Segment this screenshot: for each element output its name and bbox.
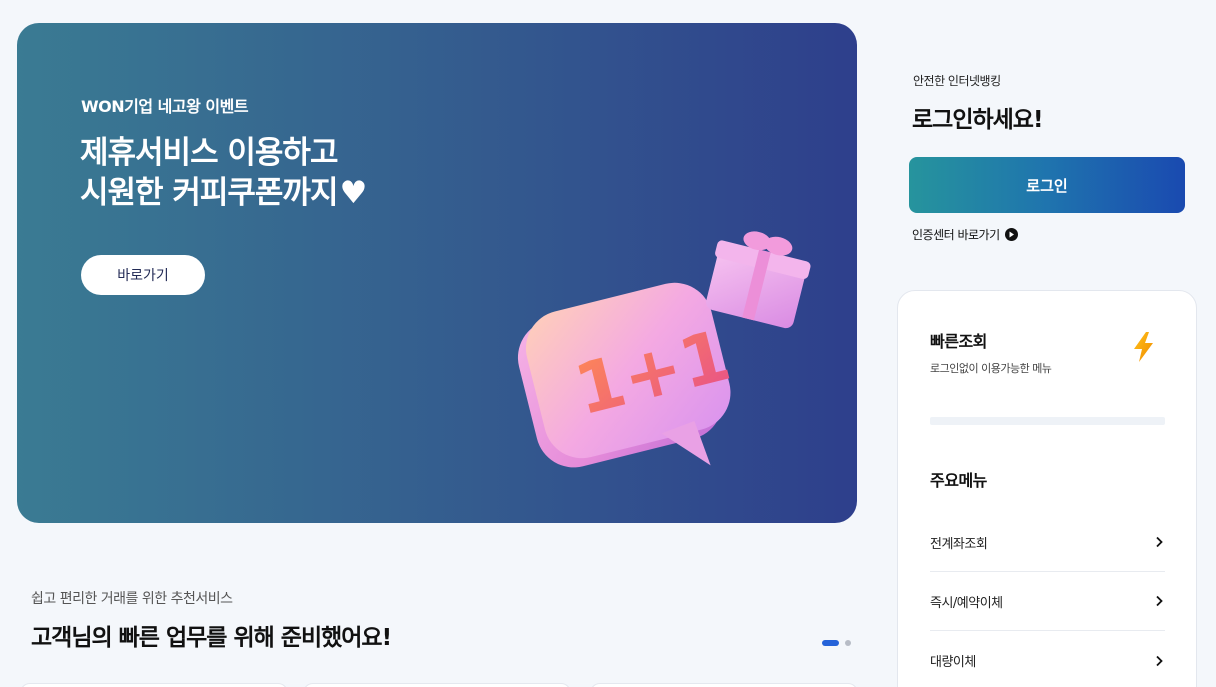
quick-menu-placeholder xyxy=(930,417,1165,425)
heart-icon: ♥ xyxy=(339,175,367,211)
menu-item-all-accounts[interactable]: 전계좌조회 xyxy=(930,513,1165,572)
quick-panel: 빠른조회 로그인없이 이용가능한 메뉴 주요메뉴 전계좌조회 즉시/예약이체 대… xyxy=(897,290,1197,687)
carousel-pager[interactable] xyxy=(822,640,851,646)
quick-subtitle: 로그인없이 이용가능한 메뉴 xyxy=(930,362,1052,375)
banner-title-line-1: 제휴서비스 이용하고 xyxy=(80,135,338,171)
chevron-right-icon xyxy=(1156,595,1163,607)
coupon-gift-illustration: 1+1 xyxy=(517,231,811,468)
menu-item-bulk-transfer[interactable]: 대량이체 xyxy=(930,631,1165,687)
service-card[interactable] xyxy=(20,683,288,687)
banner-cta-button[interactable]: 바로가기 xyxy=(81,255,205,295)
cert-center-link-label: 인증센터 바로가기 xyxy=(912,228,1000,242)
page: WON기업 네고왕 이벤트 제휴서비스 이용하고 시원한 커피쿠폰까지♥ 바로가… xyxy=(0,0,1216,687)
pager-dot-active[interactable] xyxy=(822,640,839,646)
chevron-right-icon xyxy=(1156,655,1163,666)
pager-dot[interactable] xyxy=(845,640,851,646)
service-card[interactable] xyxy=(303,683,571,687)
banner-eyebrow: WON기업 네고왕 이벤트 xyxy=(81,97,249,116)
cert-center-link[interactable]: 인증센터 바로가기 xyxy=(912,226,1018,243)
login-button[interactable]: 로그인 xyxy=(909,157,1185,213)
promo-banner[interactable]: WON기업 네고왕 이벤트 제휴서비스 이용하고 시원한 커피쿠폰까지♥ 바로가… xyxy=(17,23,857,523)
main-menu-list: 전계좌조회 즉시/예약이체 대량이체 xyxy=(930,513,1165,687)
menu-item-label: 전계좌조회 xyxy=(930,536,988,552)
login-eyebrow: 안전한 인터넷뱅킹 xyxy=(913,74,1001,88)
play-circle-icon xyxy=(1004,228,1018,241)
menu-item-label: 대량이체 xyxy=(930,655,976,670)
menu-item-transfer[interactable]: 즉시/예약이체 xyxy=(930,572,1165,631)
lightning-icon xyxy=(1134,332,1153,362)
banner-title: 제휴서비스 이용하고 시원한 커피쿠폰까지♥ xyxy=(80,133,367,213)
gift-box-shape xyxy=(706,231,811,329)
menu-item-label: 즉시/예약이체 xyxy=(930,595,1003,611)
recommend-subtitle: 쉽고 편리한 거래를 위한 추천서비스 xyxy=(31,591,233,607)
service-card[interactable] xyxy=(590,683,858,687)
main-menu-title: 주요메뉴 xyxy=(930,471,987,490)
recommend-title: 고객님의 빠른 업무를 위해 준비했어요! xyxy=(31,625,392,651)
banner-title-line-2-text: 시원한 커피쿠폰까지 xyxy=(80,175,338,211)
banner-title-line-2: 시원한 커피쿠폰까지♥ xyxy=(80,173,367,213)
login-title: 로그인하세요! xyxy=(912,107,1043,133)
chevron-right-icon xyxy=(1156,536,1163,548)
quick-title: 빠른조회 xyxy=(930,332,987,351)
